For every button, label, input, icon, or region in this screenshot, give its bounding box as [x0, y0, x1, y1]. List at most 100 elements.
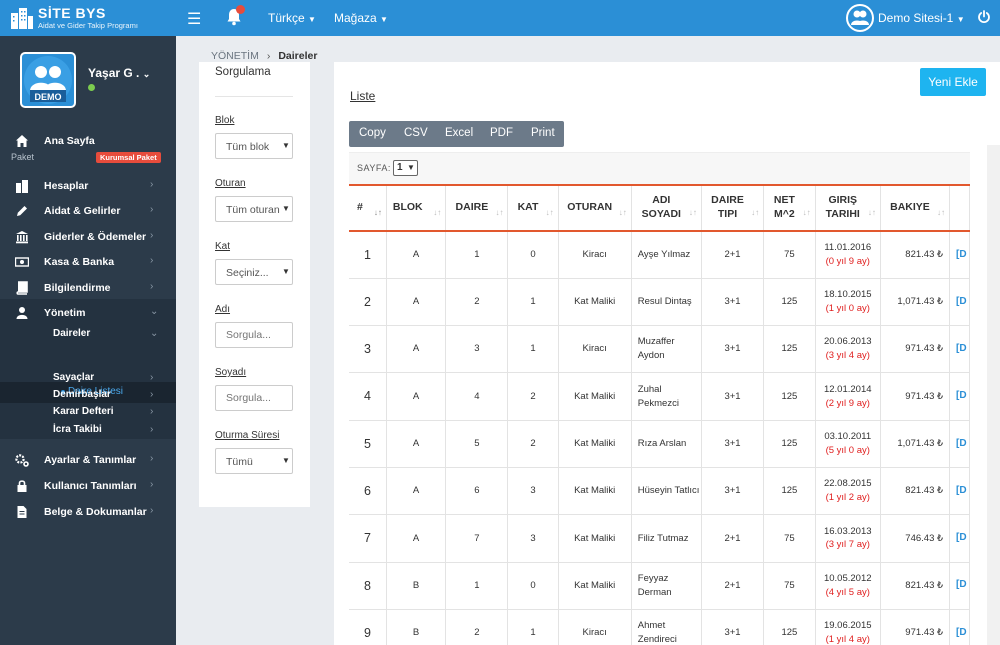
- table-row[interactable]: 3 A 3 1 Kiracı Muzaffer Aydon 3+1 125 20.06.2013…: [349, 325, 970, 374]
- sidebar-item-kasa-banka[interactable]: Kasa & Banka ›: [0, 252, 176, 274]
- sidebar-item-giderler-odemeler[interactable]: Giderler & Ödemeler ›: [0, 227, 176, 249]
- oturan-select[interactable]: Tüm oturan ▼: [215, 196, 293, 222]
- cell-daire-tipi: 3+1: [701, 278, 765, 327]
- pdf-button[interactable]: PDF: [490, 127, 513, 139]
- cell-daire-tipi: 3+1: [701, 609, 765, 645]
- sidebar-item-label: Kullanıcı Tanımları: [44, 480, 137, 492]
- user-avatar[interactable]: DEMO: [20, 52, 76, 108]
- sidebar-item-belge[interactable]: Belge & Dokumanlar ›: [0, 502, 176, 524]
- oturma-suresi-select[interactable]: Tümü ▼: [215, 448, 293, 474]
- divider: [215, 96, 293, 97]
- site-dropdown[interactable]: Demo Sitesi-1 ▼: [878, 11, 965, 25]
- chevron-right-icon: ›: [150, 406, 154, 417]
- row-action-link[interactable]: [D: [949, 514, 970, 563]
- cell-giris-tarihi: 11.01.2016 (0 yıl 9 ay): [815, 231, 881, 279]
- adi-input[interactable]: [215, 322, 293, 348]
- column-header-oturan[interactable]: OTURAN ↓↑: [558, 186, 632, 232]
- kat-select[interactable]: Seçiniz... ▼: [215, 259, 293, 285]
- row-action-link[interactable]: [D: [949, 231, 970, 279]
- breadcrumb-root[interactable]: YÖNETİM: [211, 50, 259, 62]
- cell-no: 6: [349, 467, 387, 516]
- sidebar-item-ayarlar[interactable]: Ayarlar & Tanımlar ›: [0, 450, 176, 472]
- users-icon: [848, 6, 872, 30]
- copy-button[interactable]: Copy: [359, 127, 386, 139]
- column-header-no[interactable]: # ↓↑: [349, 186, 387, 232]
- cell-net-m2: 125: [763, 609, 816, 645]
- column-header-adi-soyadi[interactable]: ADI SOYADI ↓↑: [631, 186, 702, 232]
- sidebar-item-label: Hesaplar: [44, 180, 89, 192]
- sidebar-sub-daireler[interactable]: Daireler ⌄: [0, 326, 176, 343]
- cell-daire-tipi: 2+1: [701, 231, 765, 279]
- table-header-row: # ↓↑ BLOK ↓↑ DAIRE ↓↑ KAT ↓↑ OTURAN ↓↑ ADI SO…: [349, 186, 970, 232]
- column-header-daire-tipi[interactable]: DAIRE TIPI ↓↑: [701, 186, 765, 232]
- language-dropdown[interactable]: Türkçe ▼: [268, 11, 316, 25]
- daire-table: # ↓↑ BLOK ↓↑ DAIRE ↓↑ KAT ↓↑ OTURAN ↓↑ ADI SO…: [349, 186, 970, 645]
- list-link[interactable]: Liste: [350, 89, 375, 103]
- blok-label: Blok: [215, 115, 235, 126]
- column-header-giris-tarihi[interactable]: GIRIŞ TARIHI ↓↑: [815, 186, 881, 232]
- table-row[interactable]: 8 B 1 0 Kat Maliki Feyyaz Derman 2+1 75 10.05.20…: [349, 562, 970, 610]
- power-icon[interactable]: [977, 10, 991, 24]
- kat-label: Kat: [215, 241, 231, 252]
- print-button[interactable]: Print: [531, 127, 555, 139]
- cell-giris-tarihi: 18.10.2015 (1 yıl 0 ay): [815, 278, 881, 327]
- row-action-link[interactable]: [D: [949, 372, 970, 421]
- sidebar-sub-sayaclar[interactable]: Sayaçlar ›: [0, 370, 176, 387]
- csv-button[interactable]: CSV: [404, 127, 428, 139]
- table-row[interactable]: 6 A 6 3 Kat Maliki Hüseyin Tatlıcı 3+1 125 22.08…: [349, 467, 970, 516]
- table-row[interactable]: 1 A 1 0 Kiracı Ayşe Yılmaz 2+1 75 11.01.2016 (0 y…: [349, 231, 970, 279]
- column-header-kat[interactable]: KAT ↓↑: [507, 186, 559, 232]
- sidebar-sub-karar-defteri[interactable]: Karar Defteri ›: [0, 404, 176, 421]
- stay-duration: (0 yıl 9 ay): [825, 255, 870, 267]
- column-header-daire[interactable]: DAIRE ↓↑: [445, 186, 509, 232]
- row-action-link[interactable]: [D: [949, 467, 970, 516]
- row-action-link[interactable]: [D: [949, 278, 970, 327]
- package-row: Paket Kurumsal Paket: [0, 151, 176, 165]
- column-header-label: NET M^2: [773, 194, 795, 220]
- hamburger-menu-icon[interactable]: ☰: [187, 9, 201, 29]
- table-row[interactable]: 7 A 7 3 Kat Maliki Filiz Tutmaz 2+1 75 16.03.201…: [349, 514, 970, 563]
- row-action-link[interactable]: [D: [949, 562, 970, 610]
- sidebar-sub-icra-takibi[interactable]: İcra Takibi ›: [0, 422, 176, 439]
- oturan-select-value: Tüm oturan: [226, 204, 280, 216]
- entry-date: 03.10.2011: [824, 431, 872, 443]
- table-row[interactable]: 4 A 4 2 Kat Maliki Zuhal Pekmezci 3+1 125 12.01.…: [349, 372, 970, 421]
- sidebar-item-yonetim[interactable]: Yönetim ⌄: [0, 303, 176, 325]
- table-row[interactable]: 2 A 2 1 Kat Maliki Resul Dintaş 3+1 125 18.10.20…: [349, 278, 970, 327]
- logo-subtitle: Aidat ve Gider Takip Programı: [38, 21, 138, 30]
- sidebar-item-kullanici[interactable]: Kullanıcı Tanımları ›: [0, 476, 176, 498]
- store-dropdown[interactable]: Mağaza ▼: [334, 11, 388, 25]
- stay-duration: (1 yıl 4 ay): [825, 634, 870, 645]
- row-action-link[interactable]: [D: [949, 609, 970, 645]
- entry-date: 10.05.2012: [823, 572, 872, 584]
- column-header-net-m2[interactable]: NET M^2 ↓↑: [763, 186, 816, 232]
- new-record-button[interactable]: Yeni Ekle: [920, 68, 986, 96]
- row-action-link[interactable]: [D: [949, 420, 970, 468]
- sidebar-sub-demirbaslar[interactable]: Demirbaşlar ›: [0, 387, 176, 404]
- cell-bakiye: 746.43 ₺: [880, 514, 951, 563]
- cell-oturan: Kat Maliki: [558, 562, 632, 610]
- soyadi-input[interactable]: [215, 385, 293, 411]
- pencil-icon: [17, 206, 27, 216]
- page-select[interactable]: 1 ▼: [393, 160, 418, 176]
- column-header-bakiye[interactable]: BAKIYE ↓↑: [880, 186, 951, 232]
- sidebar-sub-label: Demirbaşlar: [53, 389, 111, 400]
- excel-button[interactable]: Excel: [445, 127, 473, 139]
- scrollbar[interactable]: [987, 145, 1000, 645]
- table-row[interactable]: 5 A 5 2 Kat Maliki Rıza Arslan 3+1 125 03.10.201…: [349, 420, 970, 468]
- site-avatar[interactable]: [846, 4, 874, 32]
- caret-down-icon: ▼: [282, 267, 290, 276]
- sidebar-item-hesaplar[interactable]: Hesaplar ›: [0, 176, 176, 198]
- sidebar-item-ana-sayfa[interactable]: Ana Sayfa: [0, 131, 176, 153]
- blok-select[interactable]: Tüm blok ▼: [215, 133, 293, 159]
- cell-net-m2: 125: [763, 467, 816, 516]
- user-name-dropdown[interactable]: Yaşar G . ⌄: [88, 66, 150, 80]
- column-header-blok[interactable]: BLOK ↓↑: [386, 186, 447, 232]
- row-action-link[interactable]: [D: [949, 325, 970, 374]
- breadcrumb-current: Daireler: [278, 50, 318, 62]
- table-row[interactable]: 9 B 2 1 Kiracı Ahmet Zendireci 3+1 125 19.06.201…: [349, 609, 970, 645]
- column-header-label: BLOK: [392, 201, 423, 214]
- sidebar-item-bilgilendirme[interactable]: Bilgilendirme ›: [0, 278, 176, 300]
- cell-ad-soyad: Muzaffer Aydon: [631, 325, 702, 374]
- sidebar-item-aidat-gelirler[interactable]: Aidat & Gelirler ›: [0, 201, 176, 223]
